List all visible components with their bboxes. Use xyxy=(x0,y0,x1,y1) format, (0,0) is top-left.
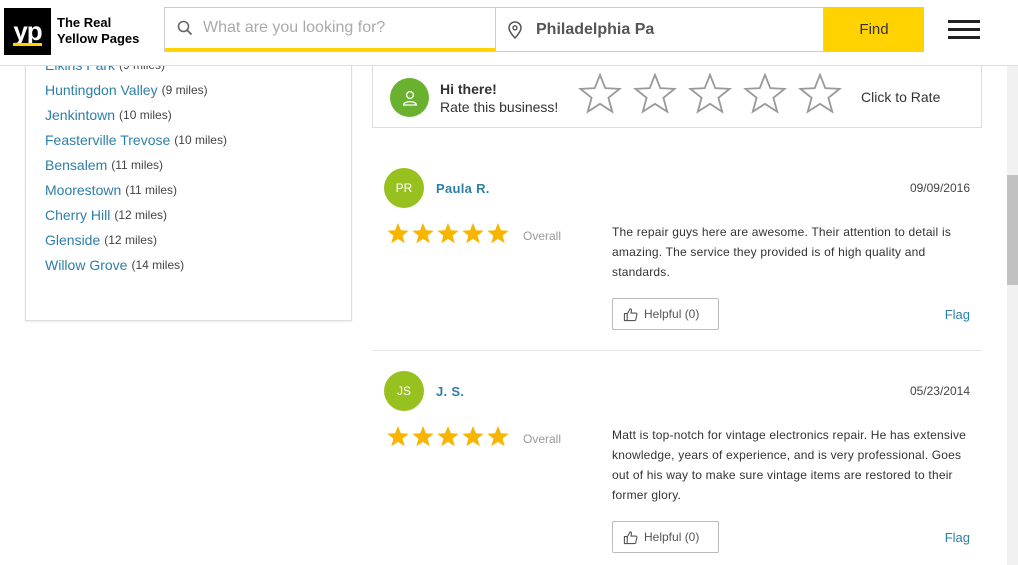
rate-star-2-icon[interactable] xyxy=(633,73,677,115)
list-item: Glenside (12 miles) xyxy=(45,227,227,252)
city-distance: (10 miles) xyxy=(119,107,172,122)
user-avatar-icon xyxy=(390,78,429,117)
list-item: Cherry Hill (12 miles) xyxy=(45,202,227,227)
overall-label: Overall xyxy=(523,432,562,446)
city-distance: (12 miles) xyxy=(114,207,168,222)
city-link[interactable]: Jenkintown xyxy=(45,107,115,123)
location-pin-icon xyxy=(508,20,522,39)
rate-star-3-icon[interactable] xyxy=(688,73,732,115)
rate-star-4-icon[interactable] xyxy=(743,73,787,115)
review-text: Matt is top-notch for vintage electronic… xyxy=(612,428,967,502)
star-filled-icon xyxy=(387,223,409,244)
page-scrollbar[interactable] xyxy=(1007,66,1018,565)
nearby-cities-list: Elkins Park(9 miles) Huntingdon Valley(9… xyxy=(45,52,227,277)
list-item: Bensalem (11 miles) xyxy=(45,152,227,177)
search-bar: Philadelphia Pa xyxy=(164,7,824,52)
search-what-field[interactable] xyxy=(165,8,495,51)
location-input[interactable]: Philadelphia Pa xyxy=(536,21,654,39)
location-field[interactable]: Philadelphia Pa xyxy=(495,8,823,51)
flag-link[interactable]: Flag xyxy=(945,530,970,545)
list-item: Willow Grove (14 miles) xyxy=(45,252,227,277)
city-distance: (14 miles) xyxy=(131,257,185,272)
rate-prompt: Rate this business! xyxy=(440,99,559,115)
list-item: Huntingdon Valley (9 miles) xyxy=(45,77,227,102)
search-icon xyxy=(177,20,193,36)
star-filled-icon xyxy=(462,223,484,244)
logo-line-1: The Real xyxy=(57,15,112,30)
rate-stars xyxy=(578,73,853,115)
hamburger-menu-icon[interactable] xyxy=(948,20,980,40)
review-text: The repair guys here are awesome. Their … xyxy=(612,225,952,279)
city-link[interactable]: Huntingdon Valley xyxy=(45,82,158,98)
rate-star-1-icon[interactable] xyxy=(578,73,622,115)
city-link[interactable]: Moorestown xyxy=(45,182,121,198)
reviewer-name[interactable]: J. S. xyxy=(436,384,464,399)
city-link[interactable]: Feasterville Trevose xyxy=(45,132,170,148)
rate-business-card: Hi there! Rate this business! Click to R… xyxy=(372,66,982,128)
city-distance: (12 miles) xyxy=(104,232,157,247)
city-distance: (11 miles) xyxy=(125,182,178,197)
find-button[interactable]: Find xyxy=(824,7,924,52)
list-item: Feasterville Trevose (10 miles) xyxy=(45,127,227,152)
city-link[interactable]: Willow Grove xyxy=(45,257,127,273)
helpful-label: Helpful (0) xyxy=(644,307,700,321)
star-filled-icon xyxy=(437,223,459,244)
city-link[interactable]: Glenside xyxy=(45,232,100,248)
overall-label: Overall xyxy=(523,229,562,243)
review-date: 05/23/2014 xyxy=(909,384,970,398)
site-header: yp The Real Yellow Pages Philadelphia Pa… xyxy=(0,0,1018,66)
city-distance: (10 miles) xyxy=(174,132,227,147)
star-filled-icon xyxy=(437,426,459,447)
city-link[interactable]: Cherry Hill xyxy=(45,207,110,223)
search-input[interactable] xyxy=(203,19,483,37)
reviewer-name[interactable]: Paula R. xyxy=(436,181,490,196)
review-rating xyxy=(386,425,511,448)
logo-line-2: Yellow Pages xyxy=(57,31,140,46)
helpful-label: Helpful (0) xyxy=(644,530,700,544)
star-filled-icon xyxy=(487,223,509,244)
rate-star-5-icon[interactable] xyxy=(798,73,842,115)
flag-link[interactable]: Flag xyxy=(945,307,970,322)
star-filled-icon xyxy=(412,223,434,244)
click-to-rate-label[interactable]: Click to Rate xyxy=(861,89,940,105)
rate-greeting: Hi there! xyxy=(440,81,497,97)
helpful-button[interactable]: Helpful (0) xyxy=(612,298,719,330)
review-date: 09/09/2016 xyxy=(909,181,970,195)
star-filled-icon xyxy=(412,426,434,447)
thumbs-up-icon xyxy=(623,307,638,321)
star-filled-icon xyxy=(462,426,484,447)
list-item: Moorestown (11 miles) xyxy=(45,177,227,202)
city-link[interactable]: Bensalem xyxy=(45,157,107,173)
avatar: JS xyxy=(384,371,424,411)
scrollbar-thumb[interactable] xyxy=(1007,175,1018,285)
star-filled-icon xyxy=(387,426,409,447)
city-distance: (9 miles) xyxy=(161,82,208,97)
city-distance: (11 miles) xyxy=(111,157,164,172)
review-divider xyxy=(372,350,982,351)
yp-logo-mark: yp xyxy=(4,7,51,55)
yp-logo[interactable]: yp The Real Yellow Pages xyxy=(4,6,152,56)
thumbs-up-icon xyxy=(623,530,638,544)
star-filled-icon xyxy=(487,426,509,447)
avatar: PR xyxy=(384,168,424,208)
helpful-button[interactable]: Helpful (0) xyxy=(612,521,719,553)
review-rating xyxy=(386,222,511,245)
logo-text: The Real Yellow Pages xyxy=(57,15,139,47)
list-item: Jenkintown (10 miles) xyxy=(45,102,227,127)
